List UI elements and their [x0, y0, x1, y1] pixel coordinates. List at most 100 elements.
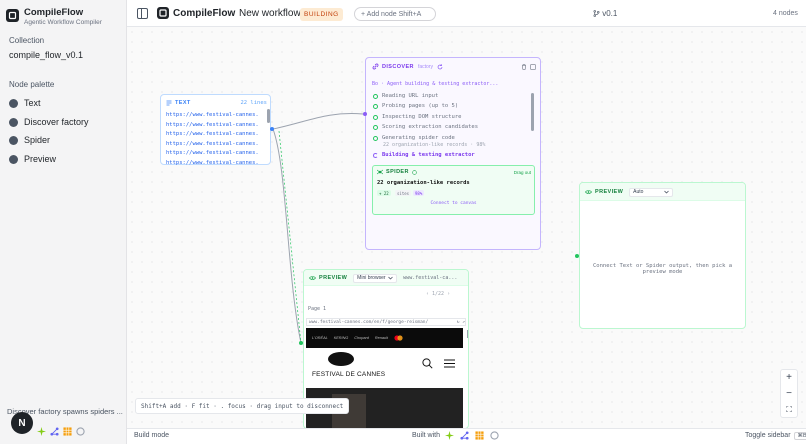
palette-item-label: Discover factory — [24, 117, 89, 127]
text-node[interactable]: TEXT 22 lines https://www.festival-canne… — [160, 94, 271, 166]
palette-item-discover-factory[interactable]: Discover factory — [9, 116, 119, 128]
status-badge: BUILDING — [300, 8, 343, 21]
graph-icon — [460, 431, 469, 440]
palette-item-spider[interactable]: Spider — [9, 134, 119, 146]
url-line[interactable]: https://www.festival-cannes.c... — [166, 112, 258, 118]
url-line[interactable]: https://www.festival-cannes.c... — [166, 131, 258, 137]
eye-icon — [585, 189, 592, 195]
brand-name: CompileFlow — [24, 7, 84, 18]
palette-item-preview[interactable]: Preview — [9, 153, 119, 165]
preview-empty-hint: Connect Text or Spider output, then pick… — [592, 263, 733, 275]
discover-node-header[interactable]: DISCOVER factory — [372, 62, 536, 71]
discover-step-label: Reading URL input — [382, 93, 439, 99]
chevron-down-icon — [388, 276, 393, 280]
hamburger-menu-icon[interactable] — [444, 359, 455, 368]
reload-icon[interactable]: ↻ ↗ — [457, 320, 465, 325]
avatar[interactable]: N — [11, 412, 33, 434]
edge-drag-preview — [278, 130, 302, 344]
spider-icon — [377, 169, 383, 175]
status-bar: Build mode Built with Toggle sidebar ⌘B — [127, 428, 806, 444]
preview-mode-select[interactable]: Auto — [629, 187, 674, 197]
preview-node-header[interactable]: PREVIEW Mini browser www.festival-ca... — [309, 273, 457, 283]
workflow-canvas[interactable]: TEXT 22 lines https://www.festival-canne… — [127, 27, 806, 428]
sparkle-icon — [37, 427, 46, 436]
text-output-handle[interactable] — [270, 127, 274, 131]
preview-address-bar[interactable]: www.festival-cannes.com/en/f/george-reis… — [306, 318, 466, 326]
spider-node-tag: SPIDER — [386, 169, 409, 175]
discover-factory-node[interactable]: DISCOVER factory Bo · Agent building & t… — [365, 57, 541, 250]
discover-input-handle[interactable] — [363, 112, 367, 116]
discover-step-label: Scoring extraction candidates — [382, 124, 479, 130]
spinner-icon — [373, 152, 378, 158]
text-node-scrollbar[interactable] — [267, 109, 270, 123]
edge-text-to-discover — [272, 113, 364, 130]
next-page-icon[interactable]: › — [447, 291, 450, 297]
preview-url-short: www.festival-ca... — [403, 275, 458, 281]
palette-item-label: Text — [24, 98, 41, 108]
zoom-out-button[interactable]: − — [781, 386, 797, 401]
url-line[interactable]: https://www.festival-cannes.c... — [166, 150, 258, 156]
workflow-name[interactable]: New workflow — [239, 8, 301, 19]
built-with-icons — [445, 431, 499, 440]
preview-node-header[interactable]: PREVIEW Auto — [585, 187, 674, 197]
built-with-label: Built with — [412, 432, 441, 439]
brand-subtitle: Agentic Workflow Compiler — [24, 19, 102, 26]
sponsor-logo: KERING — [333, 336, 349, 340]
festival-palm-logo-icon — [328, 352, 354, 366]
preview-scrollbar[interactable] — [467, 330, 468, 338]
url-line[interactable]: https://www.festival-cannes.c... — [166, 141, 258, 147]
check-icon — [373, 103, 378, 109]
discover-step-label: Probing pages (up to 5) — [382, 103, 459, 109]
collection-name[interactable]: compile_flow_v0.1 — [9, 50, 83, 60]
sponsor-logo: Chopard — [354, 336, 369, 340]
record-count-chip: + 22 — [377, 190, 391, 196]
text-node-tag: TEXT — [175, 99, 191, 106]
preview-mode-select[interactable]: Mini browser — [353, 273, 398, 283]
preview-node-auto[interactable]: PREVIEW Auto Connect Text or Spider outp… — [579, 182, 746, 329]
add-node-button[interactable]: + Add node Shift+A — [354, 7, 436, 21]
site-sponsor-bar: L'ORÉAL KERING Chopard Renault — [306, 328, 463, 348]
check-icon — [373, 114, 378, 120]
fit-view-button[interactable]: ⛶ — [781, 402, 797, 417]
discover-scrollbar[interactable] — [531, 93, 534, 131]
text-node-header[interactable]: TEXT 22 lines — [166, 98, 267, 107]
preview-pager[interactable]: ‹ 1/22 › — [426, 291, 450, 297]
top-bar: CompileFlow New workflow BUILDING + Add … — [127, 0, 806, 27]
discover-step-active: Building & testing extractor — [373, 152, 475, 158]
site-name: FESTIVAL DE CANNES — [312, 371, 386, 378]
discover-step-detail: 22 organization-like records · 98% — [383, 142, 486, 148]
sidebar: CompileFlow Agentic Workflow Compiler Co… — [0, 0, 127, 444]
preview-node-tag: PREVIEW — [595, 189, 624, 195]
status-ring-icon — [412, 169, 417, 175]
trash-icon[interactable] — [521, 63, 527, 70]
spider-node-header[interactable]: SPIDER Drag out — [377, 168, 531, 176]
preview-bottom-input-handle[interactable] — [299, 341, 303, 345]
discover-node-icon — [9, 117, 18, 127]
spider-node[interactable]: SPIDER Drag out 22 organization-like rec… — [372, 165, 535, 215]
preview-right-input-handle[interactable] — [575, 254, 579, 258]
discover-step: Reading URL input — [373, 93, 438, 99]
preview-mode-value: Auto — [633, 189, 644, 195]
edge-text-to-preview — [272, 128, 302, 344]
url-line[interactable]: https://www.festival-cannes.c... — [166, 122, 258, 128]
text-icon — [166, 100, 172, 105]
toggle-sidebar-label: Toggle sidebar — [745, 432, 791, 439]
connect-to-canvas-button[interactable]: Connect to canvas — [373, 201, 534, 206]
spider-title: 22 organization-like records — [377, 180, 470, 186]
sites-chip: sites — [395, 190, 412, 196]
preview-mode-value: Mini browser — [357, 275, 386, 281]
circle-icon — [76, 427, 85, 436]
palette-item-text[interactable]: Text — [9, 97, 119, 109]
toggle-sidebar-button[interactable]: Toggle sidebar ⌘B — [745, 432, 806, 440]
expand-icon[interactable] — [530, 63, 536, 70]
drag-out-button[interactable]: Drag out — [514, 170, 531, 175]
version-label[interactable]: v0.1 — [593, 9, 617, 18]
url-line[interactable]: https://www.festival-cannes.c... — [166, 160, 258, 166]
node-count: 4 nodes — [773, 10, 798, 17]
zoom-in-button[interactable]: + — [781, 370, 797, 385]
sidebar-toggle-icon[interactable] — [137, 8, 148, 19]
sponsor-logo: L'ORÉAL — [312, 336, 328, 340]
zoom-controls: + − ⛶ — [780, 369, 798, 418]
refresh-icon[interactable] — [437, 63, 443, 70]
search-icon[interactable] — [422, 358, 433, 369]
